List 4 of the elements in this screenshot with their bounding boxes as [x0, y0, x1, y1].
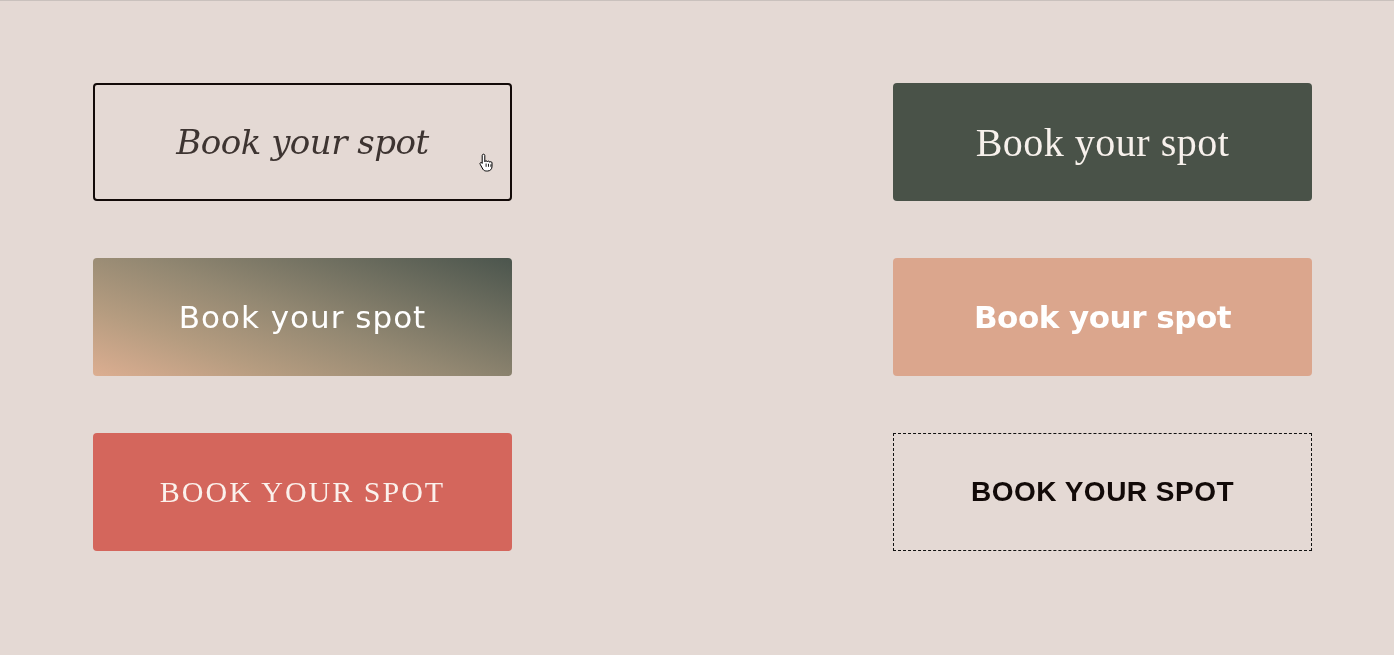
hand-pointer-icon [479, 153, 494, 172]
book-button[interactable]: Book your spot [893, 83, 1312, 201]
book-button[interactable]: BOOK YOUR SPOT [893, 433, 1312, 551]
book-button[interactable]: Book your spot [93, 83, 512, 201]
